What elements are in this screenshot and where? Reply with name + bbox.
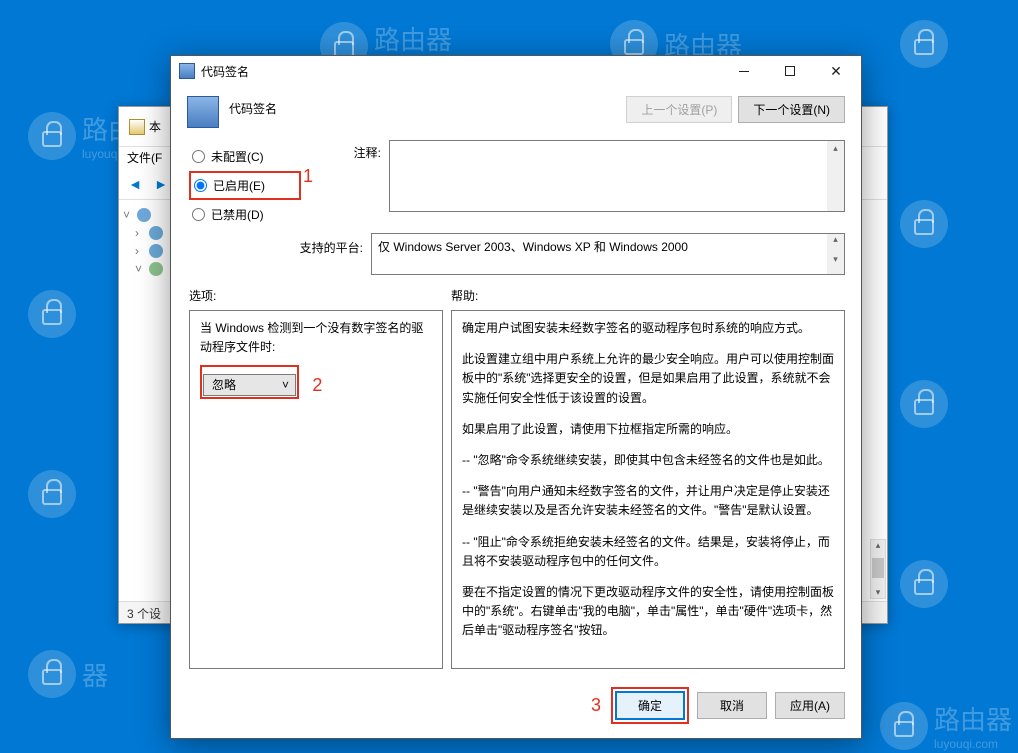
radio-disabled[interactable]: 已禁用(D)	[189, 202, 301, 227]
option-text: 当 Windows 检测到一个没有数字签名的驱动程序文件时:	[200, 319, 432, 357]
apply-button[interactable]: 应用(A)	[775, 692, 845, 719]
dropdown-value: 忽略	[204, 376, 276, 395]
close-button[interactable]: ✕	[813, 56, 859, 86]
cancel-button[interactable]: 取消	[697, 692, 767, 719]
dialog-title: 代码签名	[201, 63, 721, 80]
minimize-button[interactable]	[721, 56, 767, 86]
nav-fwd-icon[interactable]: ►	[151, 174, 171, 194]
ok-button[interactable]: 确定	[615, 691, 685, 720]
help-p1: 确定用户试图安装未经数字签名的驱动程序包时系统的响应方式。	[462, 319, 834, 338]
help-p6: -- "阻止"命令系统拒绝安装未经签名的文件。结果是，安装将停止，而且将不安装驱…	[462, 533, 834, 571]
help-p3: 如果启用了此设置，请使用下拉框指定所需的响应。	[462, 420, 834, 439]
policy-icon	[187, 96, 219, 128]
options-panel: 当 Windows 检测到一个没有数字签名的驱动程序文件时: 忽略 ˅ 2	[189, 310, 443, 669]
chevron-down-icon: ˅	[276, 376, 295, 395]
response-dropdown[interactable]: 忽略 ˅	[203, 374, 296, 396]
comment-label: 注释:	[321, 140, 381, 227]
radio-enabled[interactable]: 已启用(E)	[189, 171, 301, 200]
help-label: 帮助:	[451, 287, 845, 304]
dialog-icon	[179, 63, 195, 79]
comment-scrollbar[interactable]	[827, 141, 844, 211]
policy-name: 代码签名	[229, 96, 277, 128]
annotation-3: 3	[591, 695, 601, 716]
help-p7: 要在不指定设置的情况下更改驱动程序文件的安全性，请使用控制面板中的"系统"。右键…	[462, 583, 834, 641]
comment-textarea[interactable]	[389, 140, 845, 212]
maximize-button[interactable]	[767, 56, 813, 86]
platform-box: 仅 Windows Server 2003、Windows XP 和 Windo…	[371, 233, 845, 275]
document-icon	[129, 119, 145, 135]
bg-scrollbar[interactable]	[870, 539, 886, 599]
previous-setting-button[interactable]: 上一个设置(P)	[626, 96, 732, 123]
next-setting-button[interactable]: 下一个设置(N)	[738, 96, 845, 123]
annotation-1: 1	[303, 166, 313, 187]
help-p2: 此设置建立组中用户系统上允许的最少安全响应。用户可以使用控制面板中的"系统"选择…	[462, 350, 834, 408]
help-p5: -- "警告"向用户通知未经数字签名的文件，并让用户决定是停止安装还是继续安装以…	[462, 482, 834, 520]
platform-scrollbar[interactable]	[827, 234, 844, 274]
policy-dialog: 代码签名 ✕ 代码签名 上一个设置(P) 下一个设置(N) 未配置(C) 已启用…	[170, 55, 862, 739]
titlebar: 代码签名 ✕	[171, 56, 861, 86]
state-radio-group: 未配置(C) 已启用(E) 已禁用(D)	[189, 140, 301, 227]
help-panel: 确定用户试图安装未经数字签名的驱动程序包时系统的响应方式。 此设置建立组中用户系…	[451, 310, 845, 669]
nav-back-icon[interactable]: ◄	[125, 174, 145, 194]
radio-not-configured[interactable]: 未配置(C)	[189, 144, 301, 169]
annotation-2: 2	[312, 375, 322, 395]
options-label: 选项:	[189, 287, 451, 304]
bg-title: 本	[149, 118, 161, 135]
platform-value: 仅 Windows Server 2003、Windows XP 和 Windo…	[378, 240, 688, 254]
platform-label: 支持的平台:	[189, 233, 363, 275]
help-p4: -- "忽略"命令系统继续安装，即使其中包含未经签名的文件也是如此。	[462, 451, 834, 470]
